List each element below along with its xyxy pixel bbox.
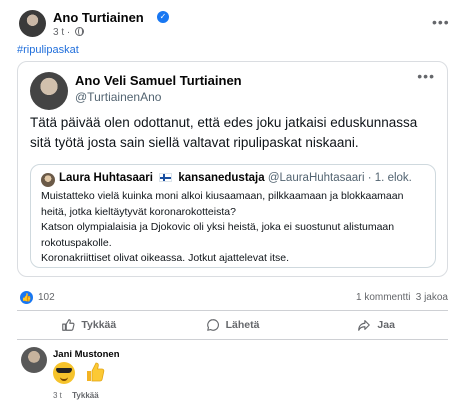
comment-author-avatar[interactable] bbox=[21, 347, 47, 373]
action-bar: Tykkää Lähetä Jaa bbox=[17, 313, 448, 337]
tweet-author-avatar bbox=[30, 72, 68, 110]
finland-flag-icon bbox=[159, 173, 173, 182]
post-meta: 3 t · bbox=[53, 27, 85, 38]
divider bbox=[17, 339, 448, 340]
comment-author-name[interactable]: Jani Mustonen bbox=[53, 349, 120, 360]
share-button[interactable]: Jaa bbox=[304, 313, 448, 337]
comment-meta: 3 t Tykkää bbox=[53, 391, 107, 400]
thumbs-up-emoji-icon bbox=[86, 362, 104, 382]
share-button-label: Jaa bbox=[377, 319, 395, 331]
like-button-label: Tykkää bbox=[81, 319, 117, 331]
thumbs-up-icon bbox=[62, 319, 75, 331]
comment-time[interactable]: 3 t bbox=[53, 391, 62, 400]
globe-icon bbox=[75, 27, 85, 36]
like-reaction-icon: 👍 bbox=[20, 291, 33, 304]
send-button-label: Lähetä bbox=[225, 319, 260, 331]
tweet-more-icon[interactable]: ••• bbox=[417, 68, 435, 84]
tweet-author-name: Ano Veli Samuel Turtiainen bbox=[75, 73, 242, 88]
tweet-author-handle: @TurtiainenAno bbox=[75, 90, 162, 104]
like-button[interactable]: Tykkää bbox=[17, 313, 161, 337]
quoted-line: Katson olympialaisia ja Djokovic oli yks… bbox=[41, 221, 395, 249]
post-stats: 👍 102 1 kommentti 3 jakoa bbox=[17, 290, 448, 306]
comments-count[interactable]: 1 kommentti bbox=[356, 292, 410, 303]
author-name[interactable]: Ano Turtiainen bbox=[53, 10, 144, 25]
comment-like-button[interactable]: Tykkää bbox=[72, 391, 99, 400]
embedded-tweet[interactable]: Ano Veli Samuel Turtiainen @TurtiainenAn… bbox=[17, 61, 448, 277]
tweet-text: Tätä päivää olen odottanut, että edes jo… bbox=[30, 115, 418, 150]
divider bbox=[17, 310, 448, 311]
quoted-tweet[interactable]: Laura Huhtasaari kansanedustaja @LauraHu… bbox=[30, 164, 436, 268]
comment-icon bbox=[206, 319, 219, 331]
shares-count[interactable]: 3 jakoa bbox=[416, 292, 448, 303]
share-icon bbox=[358, 320, 371, 331]
more-options-icon[interactable]: ••• bbox=[432, 14, 450, 30]
quoted-author-handle: @LauraHuhtasaari · 1. elok. bbox=[267, 172, 412, 184]
quoted-tweet-text: Muistatteko vielä kuinka moni alkoi kius… bbox=[41, 189, 431, 267]
hashtag-link[interactable]: #ripulipaskat bbox=[17, 44, 79, 56]
comment-body bbox=[53, 361, 105, 385]
post-header: Ano Turtiainen ✓ 3 t · ••• bbox=[0, 0, 465, 40]
quoted-author-name: Laura Huhtasaari bbox=[59, 172, 153, 184]
author-avatar[interactable] bbox=[19, 10, 46, 37]
sunglasses-emoji-icon bbox=[53, 362, 75, 384]
verified-icon: ✓ bbox=[157, 11, 169, 23]
quoted-author-avatar bbox=[41, 173, 55, 187]
send-button[interactable]: Lähetä bbox=[161, 313, 305, 337]
quoted-author-line: Laura Huhtasaari kansanedustaja @LauraHu… bbox=[59, 172, 412, 184]
quoted-line: Koronakriittiset olivat oikeassa. Jotkut… bbox=[41, 252, 290, 264]
post-time[interactable]: 3 t bbox=[53, 27, 64, 38]
like-count[interactable]: 102 bbox=[38, 292, 55, 303]
quoted-line: Muistatteko vielä kuinka moni alkoi kius… bbox=[41, 190, 404, 218]
quoted-author-suffix: kansanedustaja bbox=[178, 172, 265, 184]
